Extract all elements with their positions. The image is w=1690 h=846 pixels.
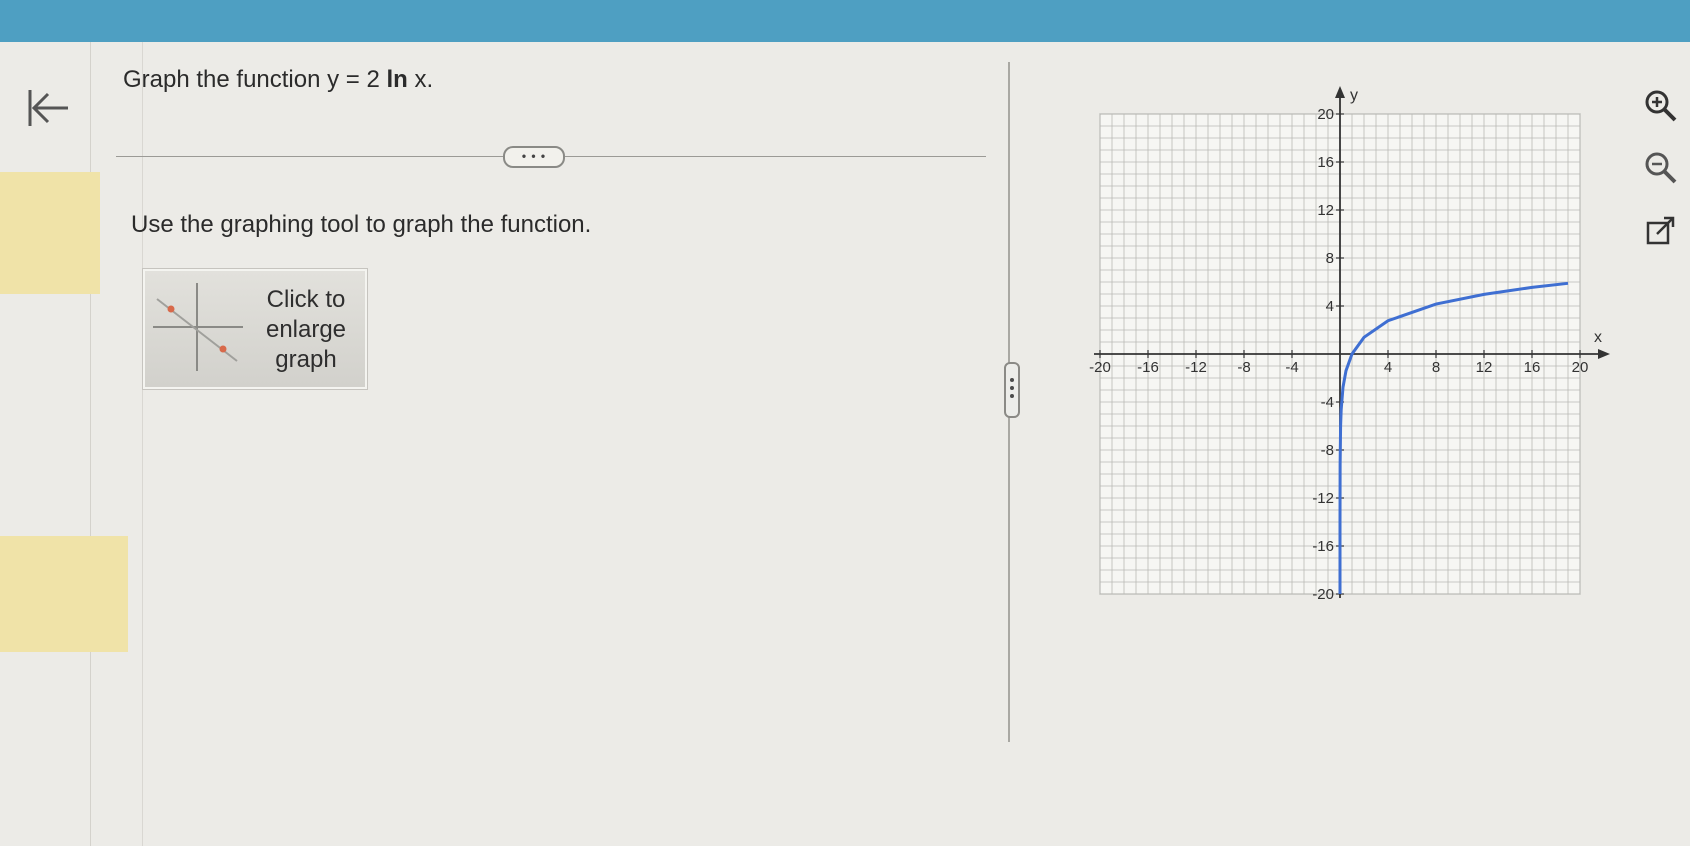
y-tick-label: 16 <box>1317 154 1334 171</box>
question-ln: ln <box>386 66 408 93</box>
x-axis-label: x <box>1594 329 1602 346</box>
zoom-in-icon <box>1645 90 1677 122</box>
y-tick-label: 12 <box>1317 202 1334 219</box>
coordinate-graph[interactable]: -20 -16 -12 -8 -4 4 8 12 16 20 -20 -16 -12 -8 -4 4 8 12 16… <box>1080 84 1610 644</box>
enlarge-graph-label: Click to enlarge graph <box>265 286 347 373</box>
question-suffix: x. <box>407 66 434 93</box>
zoom-in-button[interactable] <box>1643 88 1679 124</box>
question-prefix: Graph the function y = 2 <box>123 66 387 93</box>
y-tick-label: 8 <box>1326 250 1334 267</box>
y-tick-label: 20 <box>1317 106 1334 123</box>
x-tick-label: -20 <box>1089 359 1111 376</box>
y-tick-label: -20 <box>1312 586 1334 603</box>
popout-button[interactable] <box>1643 214 1679 250</box>
grip-dot <box>1010 378 1014 382</box>
x-tick-label: 20 <box>1572 359 1589 376</box>
zoom-out-icon <box>1645 152 1677 184</box>
y-axis-label: y <box>1350 87 1358 104</box>
splitter-handle[interactable] <box>1004 362 1020 418</box>
x-tick-label: 16 <box>1524 359 1541 376</box>
y-tick-label: -4 <box>1321 394 1334 411</box>
grip-dot <box>1010 394 1014 398</box>
instruction-text: Use the graphing tool to graph the funct… <box>131 211 592 238</box>
y-axis-arrow <box>1335 86 1345 98</box>
question-text: Graph the function y = 2 ln x. <box>123 66 433 94</box>
x-tick-label: -16 <box>1137 359 1159 376</box>
x-tick-label: -8 <box>1237 359 1250 376</box>
grip-dot <box>1010 386 1014 390</box>
x-axis-arrow <box>1598 349 1610 359</box>
panel-edge <box>142 42 143 846</box>
y-tick-label: -8 <box>1321 442 1334 459</box>
y-tick-label: 4 <box>1326 298 1334 315</box>
more-button[interactable]: • • • <box>503 146 565 168</box>
highlight-band <box>0 172 100 294</box>
x-tick-label: 12 <box>1476 359 1493 376</box>
collapse-left-button[interactable] <box>22 86 72 130</box>
graph-thumbnail-icon <box>153 283 243 371</box>
x-tick-label: 8 <box>1432 359 1440 376</box>
y-tick-label: -16 <box>1312 538 1334 555</box>
x-tick-label: 4 <box>1384 359 1392 376</box>
collapse-left-icon <box>28 90 68 126</box>
enlarge-graph-button[interactable]: Click to enlarge graph <box>143 269 367 389</box>
highlight-band <box>0 536 128 652</box>
left-rail <box>0 42 91 846</box>
x-tick-label: -4 <box>1285 359 1298 376</box>
x-tick-label: -12 <box>1185 359 1207 376</box>
zoom-out-button[interactable] <box>1643 150 1679 186</box>
y-tick-label: -12 <box>1312 490 1334 507</box>
open-external-icon <box>1646 216 1675 245</box>
